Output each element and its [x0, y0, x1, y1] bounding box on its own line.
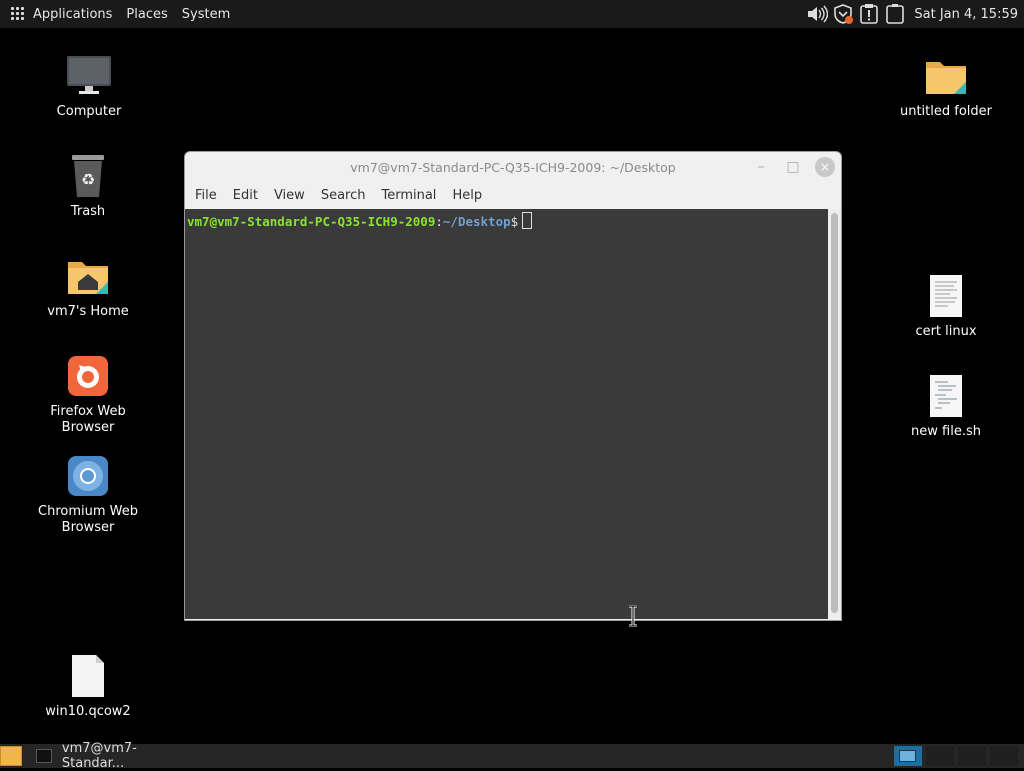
desktop-icon-label: cert linux: [915, 324, 977, 339]
scrollbar-thumb[interactable]: [831, 213, 838, 613]
workspace-3[interactable]: [958, 746, 986, 766]
maximize-icon: □: [786, 159, 800, 175]
taskbar-window-button[interactable]: vm7@vm7-Standar...: [28, 741, 198, 771]
shield-update-icon[interactable]: [832, 3, 854, 25]
workspace-4[interactable]: [990, 746, 1018, 766]
workspace-2[interactable]: [926, 746, 954, 766]
desktop-icon-label: new file.sh: [911, 424, 981, 439]
trash-icon: ♻: [64, 152, 112, 200]
close-icon: ×: [819, 160, 831, 174]
bottom-panel: vm7@vm7-Standar...: [0, 741, 1024, 771]
minimize-button[interactable]: –: [751, 157, 771, 177]
clock[interactable]: Sat Jan 4, 15:59: [914, 7, 1018, 22]
menu-search[interactable]: Search: [313, 188, 374, 203]
desktop-icon-new-file-sh[interactable]: new file.sh: [881, 372, 1011, 440]
system-label: System: [181, 6, 231, 22]
firefox-icon: [64, 352, 112, 400]
desktop-icon-home[interactable]: vm7's Home: [23, 252, 153, 320]
volume-icon[interactable]: [806, 3, 829, 25]
ibeam-cursor-icon: [629, 605, 637, 627]
desktop-icon-label: Trash: [70, 204, 106, 219]
prompt-dollar: $: [510, 214, 519, 229]
chromium-icon: [64, 452, 112, 500]
terminal-output[interactable]: vm7@vm7-Standard-PC-Q35-ICH9-2009:~/Desk…: [185, 209, 828, 627]
menu-file[interactable]: File: [187, 188, 225, 203]
prompt-user-host: vm7@vm7-Standard-PC-Q35-ICH9-2009: [187, 214, 436, 229]
workspace-window-thumb: [899, 750, 916, 762]
battery-icon[interactable]: [884, 3, 906, 25]
desktop-icon-label: untitled folder: [899, 104, 992, 119]
places-menu[interactable]: Places: [119, 0, 174, 28]
clipboard-alert-icon[interactable]: [858, 3, 880, 25]
text-document-icon: [922, 272, 970, 320]
desktop-icon-computer[interactable]: Computer: [24, 52, 154, 120]
desktop-icon-label: vm7's Home: [47, 304, 129, 319]
prompt-path: ~/Desktop: [442, 214, 511, 229]
close-button[interactable]: ×: [815, 157, 835, 177]
applications-label: Applications: [33, 6, 113, 22]
terminal-menubar: File Edit View Search Terminal Help: [185, 182, 841, 209]
prompt-line: vm7@vm7-Standard-PC-Q35-ICH9-2009:~/Desk…: [187, 212, 533, 229]
desktop-icon-cert-linux[interactable]: cert linux: [881, 272, 1011, 340]
desktop-icon-label: win10.qcow2: [45, 704, 131, 719]
show-desktop-button[interactable]: [0, 746, 22, 766]
prompt-colon: :: [435, 214, 443, 229]
places-label: Places: [126, 6, 168, 22]
menu-help[interactable]: Help: [444, 188, 490, 203]
workspace-1[interactable]: [894, 746, 922, 766]
desktop-icon-chromium[interactable]: Chromium Web Browser: [23, 452, 153, 536]
terminal-icon: [36, 749, 52, 763]
taskbar-window-label: vm7@vm7-Standar...: [61, 741, 137, 771]
svg-text:♻: ♻: [81, 170, 95, 189]
system-menu[interactable]: System: [175, 0, 237, 28]
system-tray: Sat Jan 4, 15:59: [804, 0, 1024, 28]
titlebar[interactable]: vm7@vm7-Standard-PC-Q35-ICH9-2009: ~/Des…: [185, 152, 841, 182]
text-cursor: [522, 212, 533, 229]
apps-grid-icon: [11, 7, 25, 21]
menu-terminal[interactable]: Terminal: [373, 188, 444, 203]
file-icon: [64, 652, 112, 700]
applications-menu[interactable]: Applications: [0, 0, 119, 28]
desktop-icon-win10-qcow2[interactable]: win10.qcow2: [23, 652, 153, 720]
terminal-scrollbar[interactable]: [828, 209, 841, 619]
desktop-icon-label: Chromium Web Browser: [38, 504, 138, 535]
top-panel: Applications Places System Sat Jan 4, 15…: [0, 0, 1024, 28]
monitor-icon: [65, 52, 113, 100]
terminal-window[interactable]: vm7@vm7-Standard-PC-Q35-ICH9-2009: ~/Des…: [184, 151, 842, 627]
desktop-icon-label: Computer: [56, 104, 122, 119]
desktop-icon-firefox[interactable]: Firefox Web Browser: [23, 352, 153, 436]
script-document-icon: [922, 372, 970, 420]
window-controls: – □ ×: [739, 157, 835, 177]
minimize-icon: –: [757, 159, 765, 175]
desktop-icon-untitled-folder[interactable]: untitled folder: [881, 52, 1011, 120]
maximize-button[interactable]: □: [783, 157, 803, 177]
desktop-icon-label: Firefox Web Browser: [50, 404, 126, 435]
desktop-icon-trash[interactable]: ♻ Trash: [23, 152, 153, 220]
window-title: vm7@vm7-Standard-PC-Q35-ICH9-2009: ~/Des…: [350, 159, 676, 175]
menu-view[interactable]: View: [266, 188, 313, 203]
home-folder-icon: [64, 252, 112, 300]
folder-icon: [922, 52, 970, 100]
menu-edit[interactable]: Edit: [225, 188, 266, 203]
